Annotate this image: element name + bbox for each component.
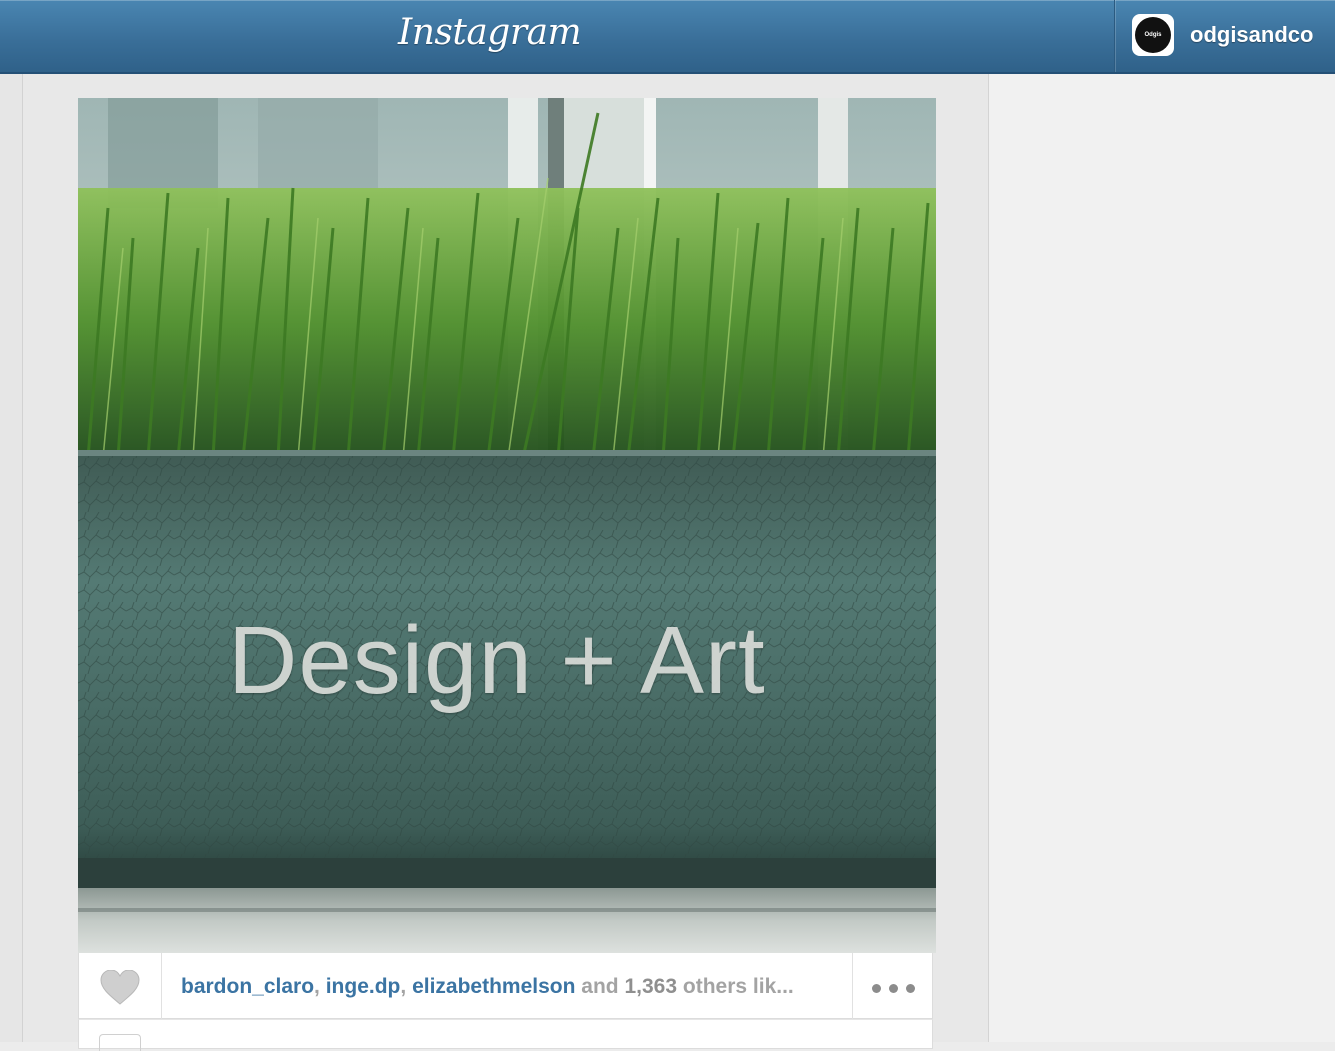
left-gutter — [0, 74, 23, 1042]
like-button[interactable] — [79, 953, 162, 1019]
post-photo-artwork — [78, 98, 936, 953]
heart-icon — [100, 970, 140, 1005]
feed-post: Design + Art bardon_claro, inge.dp, eliz… — [78, 98, 936, 1051]
comment-row — [78, 1019, 933, 1051]
ellipsis-icon — [872, 984, 881, 993]
photo-caption-text: Design + Art — [228, 607, 766, 714]
liker-separator: , — [314, 975, 326, 998]
more-options-button[interactable] — [852, 953, 935, 1019]
post-photo[interactable]: Design + Art — [78, 98, 936, 953]
user-menu[interactable]: Odgis odgisandco — [1114, 0, 1335, 72]
likes-count[interactable]: 1,363 — [624, 975, 677, 998]
post-actions-bar: bardon_claro, inge.dp, elizabethmelson a… — [78, 953, 933, 1019]
likes-suffix[interactable]: others lik... — [683, 975, 794, 998]
avatar[interactable]: Odgis — [1132, 14, 1174, 56]
avatar-logo-text: Odgis — [1135, 17, 1171, 53]
instagram-logo[interactable]: Instagram — [398, 12, 582, 53]
liker-link-3[interactable]: elizabethmelson — [412, 975, 575, 998]
liker-separator: , — [400, 975, 413, 998]
username-label[interactable]: odgisandco — [1190, 22, 1313, 48]
liker-link-2[interactable]: inge.dp — [326, 975, 401, 998]
likes-conjunction: and — [581, 975, 619, 998]
comment-icon[interactable] — [99, 1034, 141, 1051]
top-navigation-bar: Instagram Odgis odgisandco — [0, 0, 1335, 74]
ellipsis-icon — [889, 984, 898, 993]
ellipsis-icon — [906, 984, 915, 993]
likes-summary: bardon_claro, inge.dp, elizabethmelson a… — [181, 975, 841, 999]
right-sidebar — [988, 74, 1335, 1042]
liker-link-1[interactable]: bardon_claro — [181, 975, 314, 998]
